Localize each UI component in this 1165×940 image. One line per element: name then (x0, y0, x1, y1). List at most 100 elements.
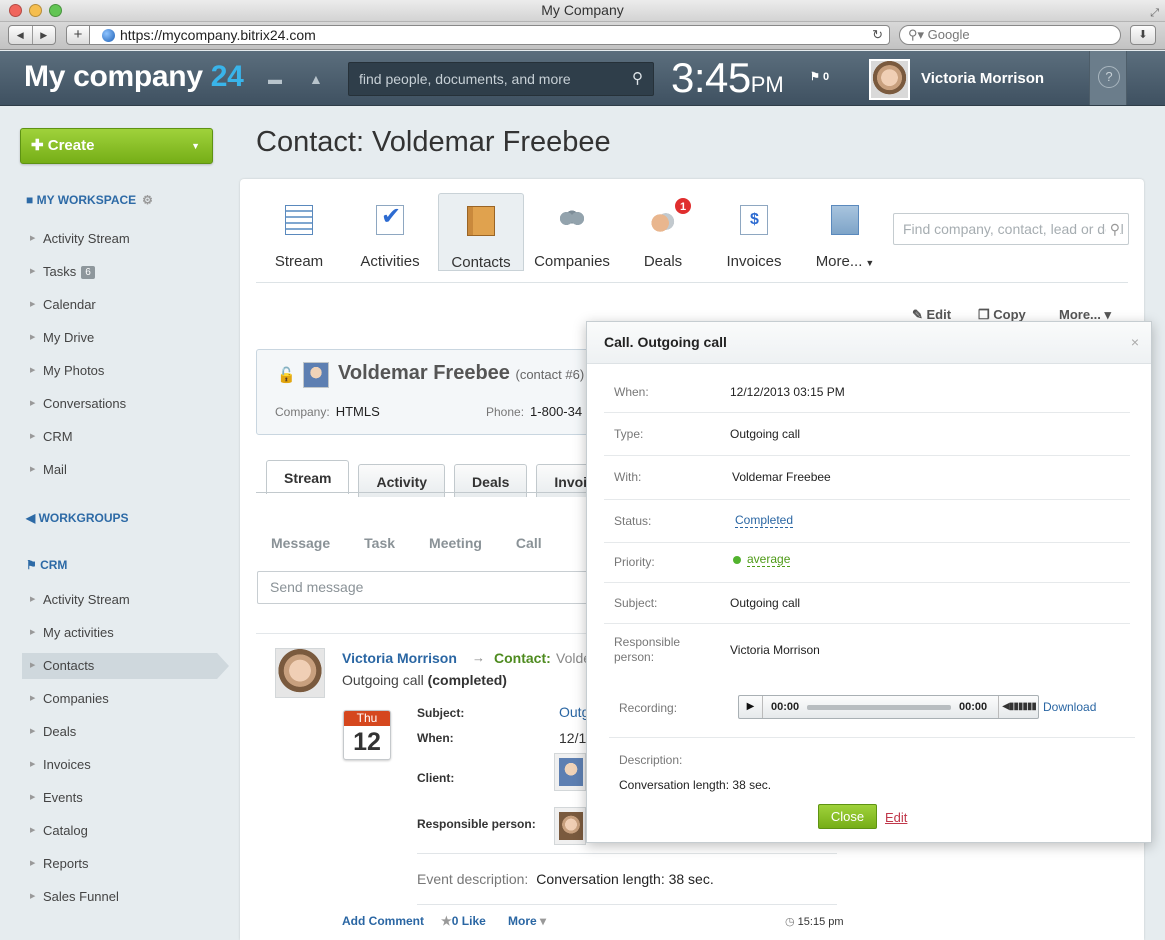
sidebar-item-activity-stream[interactable]: ▶ Activity Stream (22, 226, 217, 252)
section-workgroups[interactable]: ◀ WORKGROUPS (26, 511, 129, 525)
create-button[interactable]: ✚ Create ▼ (20, 128, 213, 164)
feed-subtitle: Outgoing call (completed) (342, 672, 507, 688)
deals-notification-badge: 1 (674, 197, 692, 215)
sidebar-item-invoices[interactable]: ▶ Invoices (22, 752, 217, 778)
sidebar-item-calendar[interactable]: ▶ Calendar (22, 292, 217, 318)
close-window-button[interactable] (9, 4, 22, 17)
post-tab-call[interactable]: Call (516, 535, 542, 551)
help-button[interactable]: ? (1089, 51, 1127, 105)
close-button[interactable]: Close (818, 804, 877, 829)
type-value: Outgoing call (730, 427, 801, 441)
forward-icon[interactable]: ▶ (33, 26, 56, 44)
close-icon[interactable]: × (1131, 322, 1139, 362)
with-value[interactable]: Voldemar Freebee (732, 470, 831, 484)
crm-search-input[interactable]: Find company, contact, lead or deal ⚲ (893, 213, 1129, 245)
fullscreen-icon[interactable]: ⤢ (1150, 3, 1159, 24)
subject-label: Subject: (417, 706, 465, 720)
avatar[interactable] (554, 753, 586, 791)
unlock-icon[interactable]: 🔓 (277, 366, 296, 384)
sidebar-item-tasks[interactable]: ▶ Tasks 6 (22, 259, 217, 285)
feed-author-link[interactable]: Victoria Morrison (342, 650, 457, 666)
when-label: When: (614, 385, 649, 399)
clock-icon: ◷ (785, 916, 798, 928)
downloads-button[interactable]: ⬇ (1130, 25, 1156, 45)
handshake-icon (649, 205, 677, 235)
tab-companies[interactable]: Companies (529, 193, 615, 271)
send-message-input[interactable]: Send message (257, 571, 597, 604)
reload-icon[interactable]: ↻ (872, 26, 883, 44)
play-icon[interactable]: ▶ (739, 696, 763, 718)
contact-card: 🔓 Voldemar Freebee (contact #6) Company:… (256, 349, 596, 435)
global-search-input[interactable]: find people, documents, and more ⚲ (348, 62, 654, 96)
like-button[interactable]: ★0 Like (441, 914, 486, 928)
more-link[interactable]: More ▾ (508, 914, 546, 928)
phone-value[interactable]: 1-800-34 (530, 404, 582, 419)
tab-contacts[interactable]: Contacts (438, 193, 524, 271)
priority-dropdown[interactable]: average (747, 552, 791, 567)
invoice-icon (740, 205, 768, 235)
flag-counter[interactable]: ⚑ 0 (810, 70, 829, 83)
feed-contact-link[interactable]: Voldemar Freebee (556, 650, 586, 666)
sidebar-item-my-activities[interactable]: ▶ My activities (22, 620, 217, 646)
minimize-window-button[interactable] (29, 4, 42, 17)
add-bookmark-button[interactable]: + (66, 25, 90, 45)
post-tab-message[interactable]: Message (271, 535, 330, 551)
status-dropdown[interactable]: Completed (735, 513, 794, 528)
section-crm[interactable]: ⚑ CRM (26, 558, 67, 572)
user-name[interactable]: Victoria Morrison (921, 70, 1044, 87)
sidebar-item-contacts[interactable]: ▶ Contacts (22, 653, 229, 679)
sidebar-item-reports[interactable]: ▶ Reports (22, 851, 217, 877)
tab-label: Companies (534, 253, 610, 270)
subtab-stream[interactable]: Stream (266, 460, 350, 494)
edit-link[interactable]: Edit (885, 810, 907, 825)
post-time-text: 15:15 pm (797, 916, 844, 928)
avatar[interactable] (275, 648, 325, 698)
post-tab-task[interactable]: Task (364, 535, 395, 551)
responsible-value[interactable]: Victoria Morrison (730, 643, 820, 657)
copy-label: Copy (993, 307, 1026, 322)
notifications-icon[interactable]: ▲ (309, 71, 323, 87)
messages-icon[interactable]: ▬ (268, 71, 282, 87)
sidebar-item-label: My Drive (43, 330, 95, 345)
add-comment-link[interactable]: Add Comment (342, 914, 424, 928)
avatar[interactable] (869, 59, 910, 100)
search-icon[interactable]: ⚲ (632, 63, 643, 95)
section-my-workspace[interactable]: ■ MY WORKSPACE ⚙ (26, 193, 153, 207)
sidebar-item-conversations[interactable]: ▶ Conversations (22, 391, 217, 417)
clock[interactable]: 3:45PM (671, 54, 784, 102)
download-link[interactable]: Download (1043, 700, 1096, 714)
tab-invoices[interactable]: Invoices (711, 193, 797, 271)
sidebar-item-my-drive[interactable]: ▶ My Drive (22, 325, 217, 351)
sidebar-item-deals[interactable]: ▶ Deals (22, 719, 217, 745)
address-bar[interactable]: https://mycompany.bitrix24.com ↻ (90, 25, 890, 45)
sidebar-item-crm[interactable]: ▶ CRM (22, 424, 217, 450)
volume-icon[interactable]: ◀▮▮▮▮▮▮ (998, 696, 1039, 718)
sidebar-item-companies[interactable]: ▶ Companies (22, 686, 217, 712)
subject-link[interactable]: Outgoing call (559, 704, 589, 720)
player-progress-bar[interactable] (807, 705, 951, 710)
bullet-icon: ▶ (30, 728, 36, 735)
avatar[interactable] (554, 807, 586, 845)
sidebar-item-events[interactable]: ▶ Events (22, 785, 217, 811)
tab-deals[interactable]: 1 Deals (620, 193, 706, 271)
logo[interactable]: My company 24 (24, 60, 244, 94)
priority-label: Priority: (614, 555, 655, 569)
sidebar-item-crm-activity-stream[interactable]: ▶ Activity Stream (22, 587, 217, 613)
tab-activities[interactable]: Activities (347, 193, 433, 271)
sidebar-item-catalog[interactable]: ▶ Catalog (22, 818, 217, 844)
sidebar-item-mail[interactable]: ▶ Mail (22, 457, 217, 483)
popup-row-type: Type: Outgoing call (604, 413, 1130, 456)
tab-stream[interactable]: Stream (256, 193, 342, 271)
sidebar-item-sales-funnel[interactable]: ▶ Sales Funnel (22, 884, 217, 910)
sidebar-item-my-photos[interactable]: ▶ My Photos (22, 358, 217, 384)
zoom-window-button[interactable] (49, 4, 62, 17)
sidebar-item-label: My Photos (43, 363, 105, 378)
back-icon[interactable]: ◀ (9, 26, 33, 44)
tab-label: Contacts (451, 254, 511, 271)
gear-icon[interactable]: ⚙ (142, 193, 153, 207)
search-icon[interactable]: ⚲ (1105, 214, 1120, 244)
tab-more[interactable]: More... ▼ (802, 193, 888, 271)
responsible-label-line1: Responsible (614, 635, 681, 649)
post-tab-meeting[interactable]: Meeting (429, 535, 482, 551)
browser-search-field[interactable]: ⚲▾ Google (899, 25, 1121, 45)
